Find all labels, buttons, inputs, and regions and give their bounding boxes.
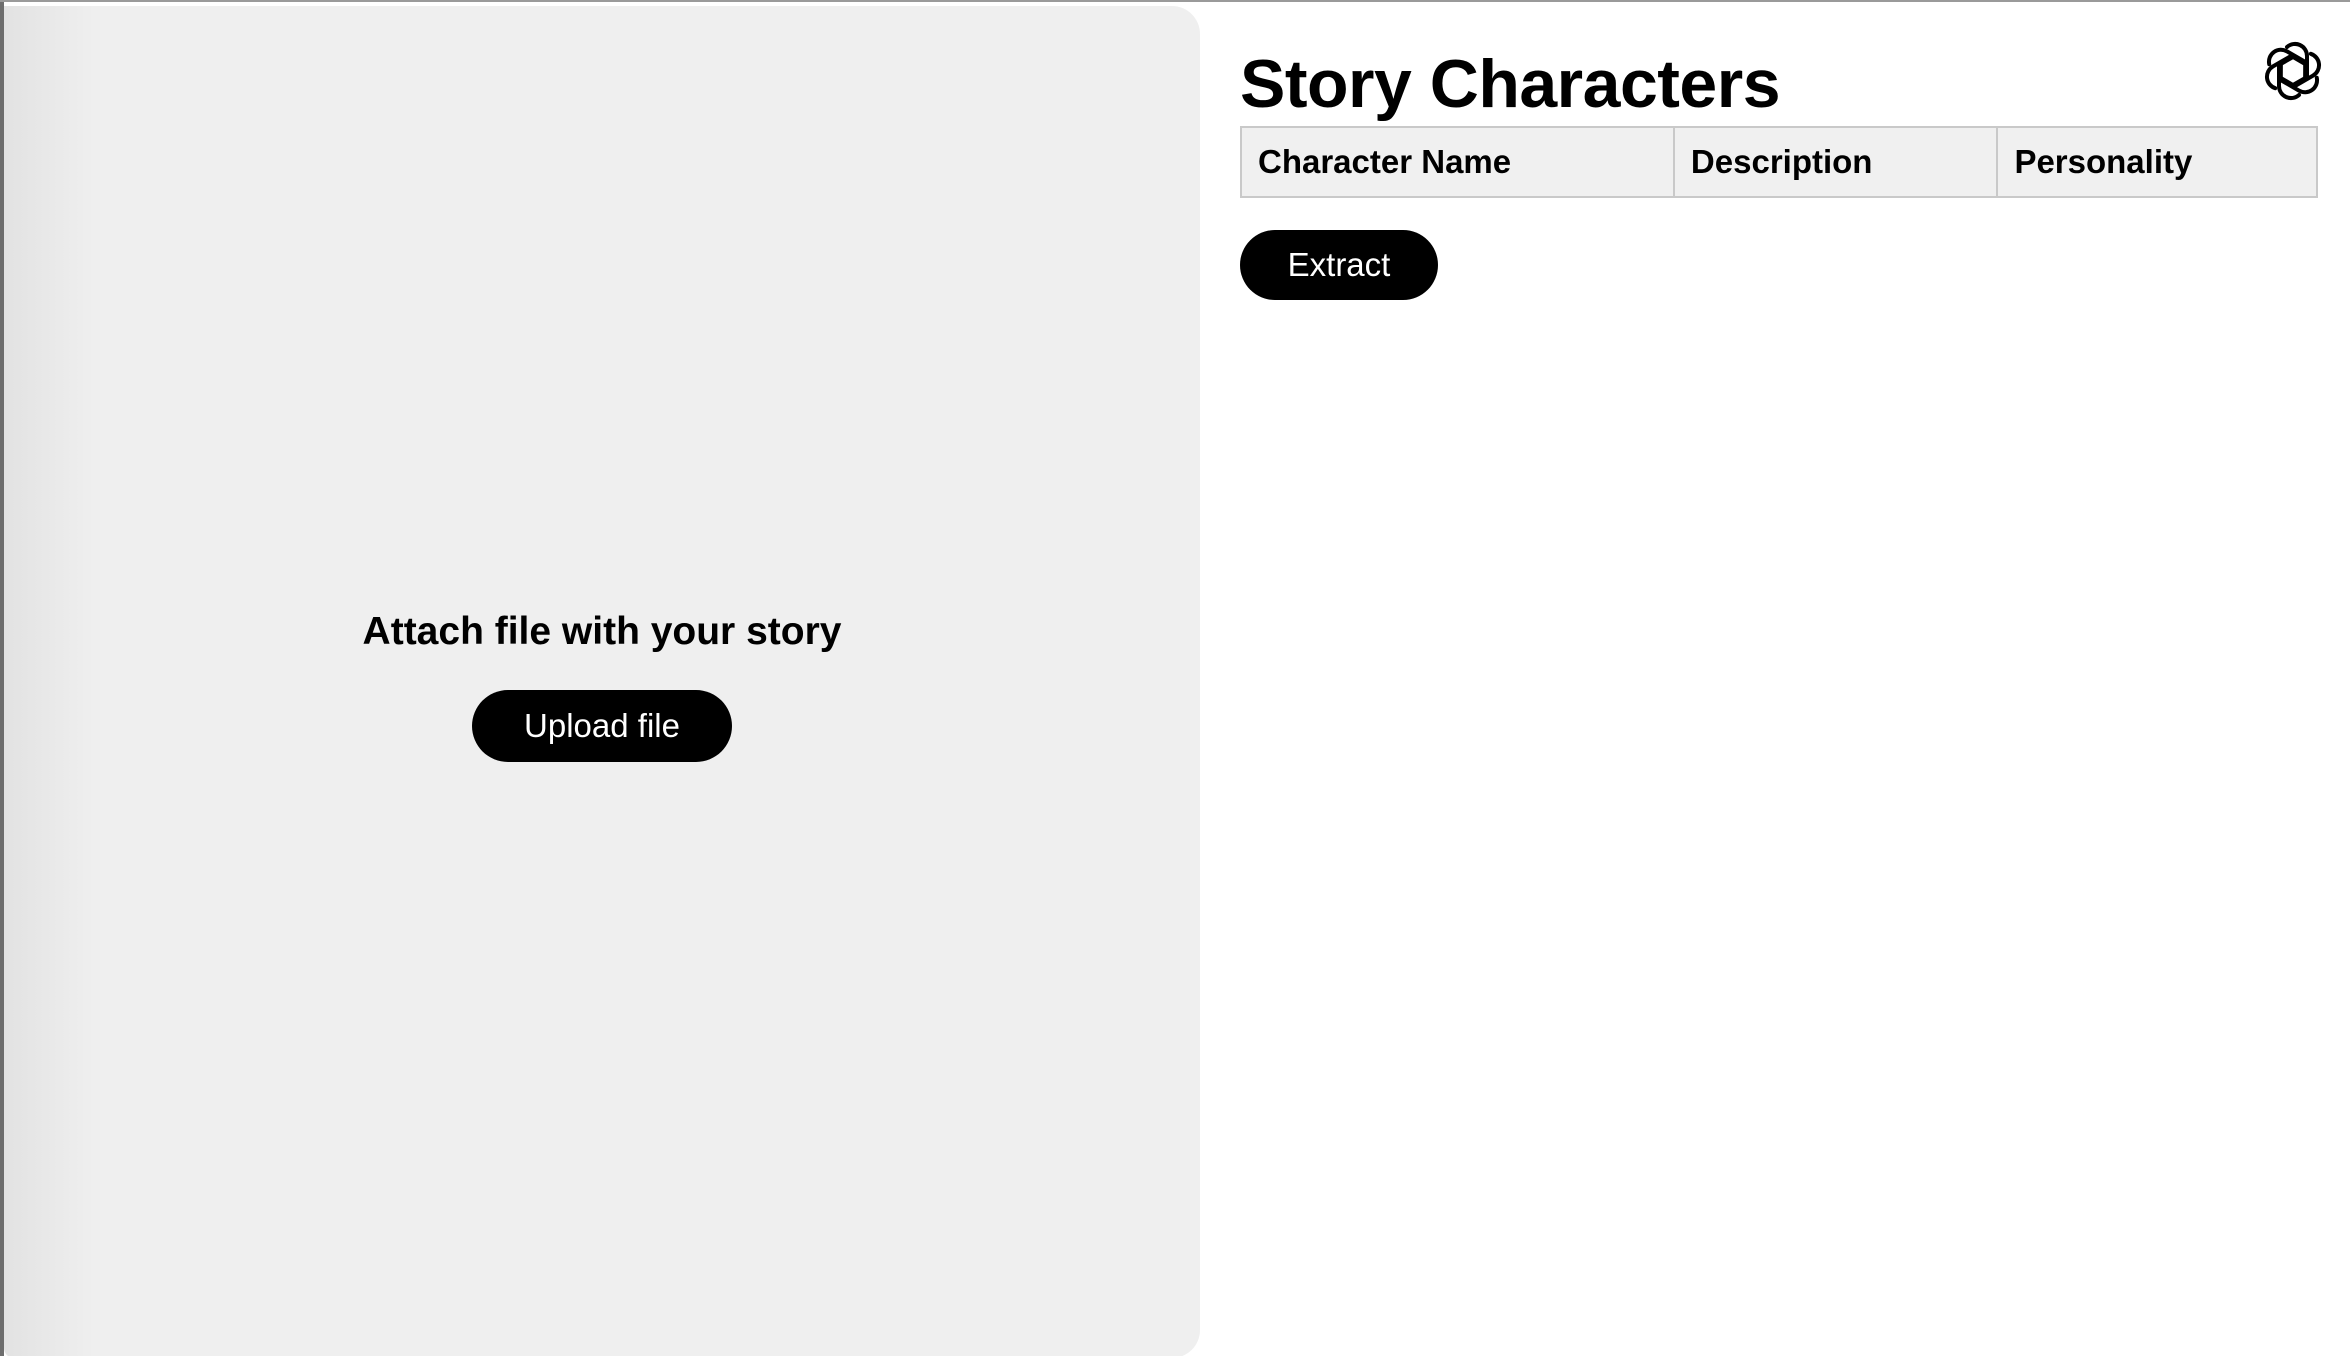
upload-area: Attach file with your story Upload file [4, 604, 1200, 762]
upload-heading: Attach file with your story [362, 610, 842, 653]
upload-panel: Attach file with your story Upload file [4, 6, 1200, 1356]
openai-logo-icon [2260, 38, 2326, 104]
openai-logo-icon-svg [2265, 41, 2321, 101]
app-window: Attach file with your story Upload file … [0, 0, 2350, 1356]
table-header-row: Character Name Description Personality [1240, 126, 2318, 198]
characters-panel: Story Characters Character Name Descript… [1240, 42, 2320, 300]
page-title: Story Characters [1240, 46, 1781, 122]
column-header-description: Description [1672, 126, 1999, 198]
column-header-personality: Personality [1996, 126, 2318, 198]
characters-table: Character Name Description Personality [1240, 126, 2318, 198]
column-header-character-name: Character Name [1240, 126, 1675, 198]
extract-button[interactable]: Extract [1240, 230, 1438, 300]
upload-file-button[interactable]: Upload file [472, 690, 732, 762]
